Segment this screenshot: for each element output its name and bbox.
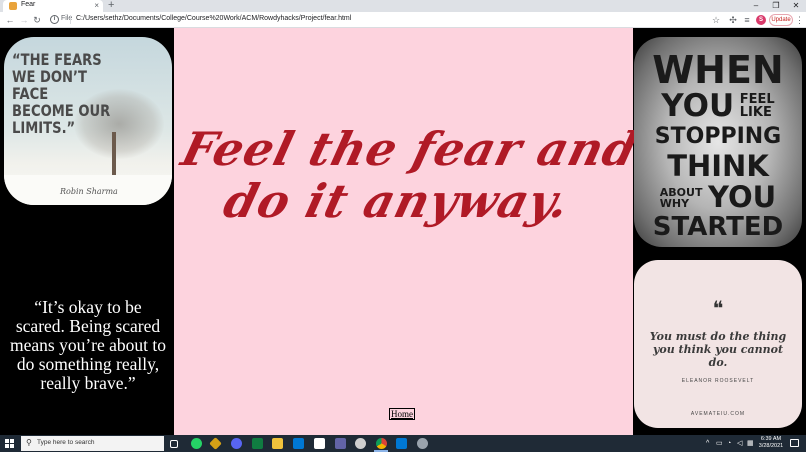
roosevelt-author: ELEANOR ROOSEVELT [681, 378, 755, 384]
app-gear-icon[interactable] [417, 438, 428, 449]
url-text[interactable]: C:/Users/sethz/Documents/College/Course%… [76, 15, 351, 22]
image-quote-body: THE FEARS WE DON’T FACE BECOME OUR LIMIT… [12, 50, 111, 137]
chrome-icon[interactable] [376, 438, 387, 449]
poster-word-you-2: YOU [708, 180, 777, 214]
app-circle-icon[interactable] [355, 438, 366, 449]
clock-time: 6:39 AM [760, 436, 782, 442]
tab-strip: Fear × + – ❐ ✕ [0, 0, 806, 12]
tray-chevron-icon[interactable]: ^ [706, 439, 709, 448]
teams-icon[interactable] [335, 438, 346, 449]
eleanor-roosevelt-quote-image: ❝ You must do the thing you think you ca… [634, 260, 802, 428]
app-diamond-icon[interactable] [209, 437, 222, 450]
brave-quote-text: “It’s okay to be scared. Being scared me… [10, 297, 166, 393]
file-explorer-icon[interactable] [272, 438, 283, 449]
address-bar[interactable]: i File C:/Users/sethz/Documents/College/… [46, 14, 722, 27]
center-panel: Feel the fear and do it anyway. Home [174, 28, 644, 435]
poster-line-stopping: STOPPING [654, 124, 782, 149]
home-link[interactable]: Home [389, 408, 415, 420]
omnibox-divider [70, 15, 71, 24]
extensions-icon[interactable]: ✣ [727, 14, 739, 26]
tab-title: Fear [21, 1, 36, 8]
search-icon: ⚲ [26, 438, 32, 447]
tab-close-icon[interactable]: × [94, 0, 99, 12]
poster-line-about-why-you: ABOUT WHY YOU [634, 181, 802, 213]
image-quote-author: Robin Sharma [60, 187, 118, 196]
back-button[interactable]: ← [4, 14, 16, 26]
media-control-icon[interactable]: ≡ [741, 14, 753, 26]
windows-start-icon[interactable] [5, 439, 14, 448]
poster-line-started: STARTED [652, 212, 784, 242]
whatsapp-icon[interactable] [191, 438, 202, 449]
volume-icon[interactable]: ◁ [737, 439, 742, 448]
site-info-icon[interactable]: i [50, 15, 59, 24]
network-icon[interactable]: ◔ [727, 439, 731, 448]
notification-center-icon[interactable] [790, 439, 799, 447]
profile-avatar[interactable]: S [756, 15, 766, 25]
poster-line-when: WHEN [652, 48, 784, 92]
poster-word-why: WHY [659, 197, 690, 210]
restore-button[interactable]: ❐ [768, 0, 784, 12]
poster-line-you-feel-like: YOU FEEL LIKE [634, 89, 802, 123]
clock-date: 3/28/2021 [758, 443, 784, 449]
roosevelt-quote-text: You must do the thing you think you cann… [649, 330, 787, 369]
robin-sharma-quote-image: “THE FEARS WE DON’T FACE BECOME OUR LIMI… [4, 37, 172, 205]
taskbar-clock[interactable]: 6:39 AM 3/28/2021 [756, 436, 786, 450]
poster-word-like: LIKE [739, 105, 772, 120]
forward-button[interactable]: → [18, 14, 30, 26]
bookmark-star-icon[interactable]: ☆ [710, 14, 722, 26]
poster-word-you: YOU [661, 88, 735, 124]
update-button[interactable]: Update [769, 14, 793, 26]
page-favicon-icon [9, 2, 17, 10]
task-view-icon[interactable] [170, 440, 178, 448]
tree-trunk-shape [112, 132, 116, 176]
browser-toolbar: ← → ↻ i File C:/Users/sethz/Documents/Co… [0, 12, 806, 28]
roosevelt-source-site: AVEMATEIU.COM [690, 411, 746, 417]
vscode-icon[interactable] [396, 438, 407, 449]
tab-fear[interactable]: Fear × [3, 0, 103, 12]
image-quote-text: “THE FEARS WE DON’T FACE BECOME OUR LIMI… [12, 51, 110, 136]
quote-marks-icon: ❝ [712, 296, 724, 320]
poster-about-why-stack: ABOUT WHY [660, 187, 703, 209]
when-you-feel-like-stopping-image: WHEN YOU FEEL LIKE STOPPING THINK ABOUT … [634, 37, 802, 247]
taskbar-search-box[interactable]: ⚲ Type here to search [21, 436, 164, 451]
keyboard-icon[interactable]: ▦ [747, 439, 754, 448]
notion-icon[interactable] [314, 438, 325, 449]
reload-button[interactable]: ↻ [31, 14, 43, 26]
page-viewport: “THE FEARS WE DON’T FACE BECOME OUR LIMI… [0, 28, 806, 435]
taskbar-search-placeholder: Type here to search [37, 439, 95, 446]
excel-icon[interactable] [252, 438, 263, 449]
poster-line-think: THINK [667, 149, 769, 183]
minimize-button[interactable]: – [748, 0, 764, 12]
close-window-button[interactable]: ✕ [788, 0, 804, 12]
tray-app-icon[interactable]: ▭ [716, 439, 723, 448]
store-icon[interactable] [293, 438, 304, 449]
poster-feel-like-stack: FEEL LIKE [740, 93, 775, 119]
page-headline: Feel the fear and do it anyway. [176, 122, 644, 228]
browser-menu-icon[interactable]: ⋮ [795, 13, 804, 27]
windows-taskbar: ⚲ Type here to search ^ ▭ ◔ ◁ ▦ 6:39 AM … [0, 435, 806, 452]
new-tab-button[interactable]: + [108, 0, 114, 12]
discord-icon[interactable] [231, 438, 242, 449]
